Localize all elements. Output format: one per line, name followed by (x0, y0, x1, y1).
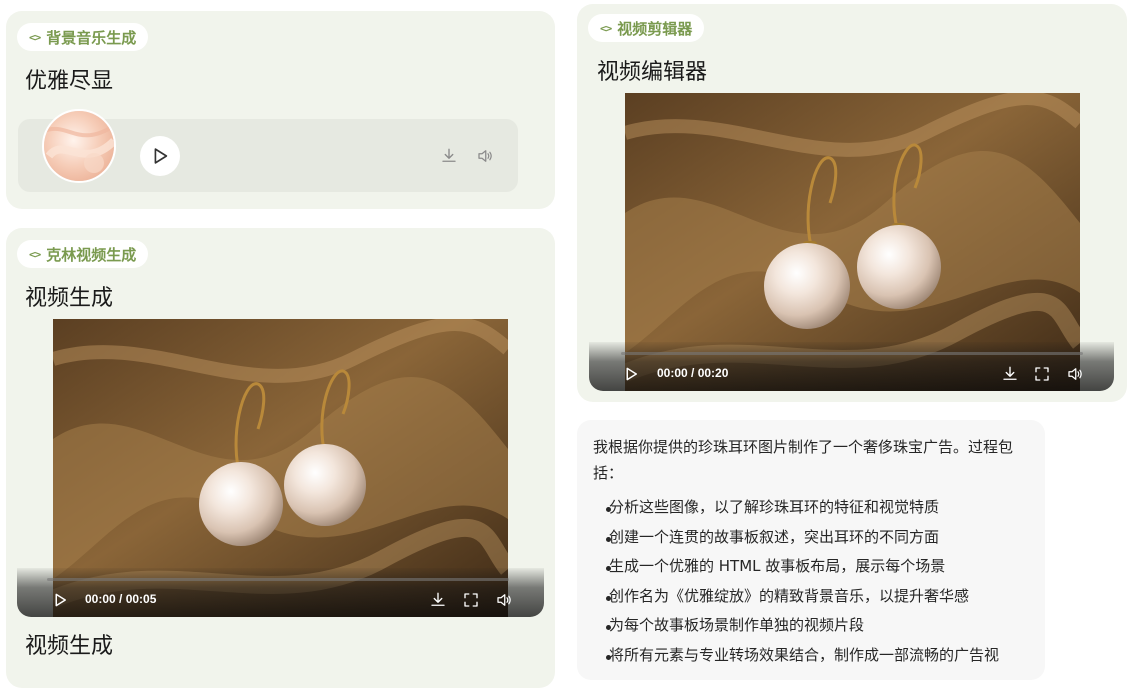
audio-player (18, 109, 518, 192)
video-gen-progress-track[interactable] (47, 578, 509, 581)
download-icon[interactable] (429, 591, 447, 609)
play-icon (154, 148, 168, 164)
list-item: 生成一个优雅的 HTML 故事板布局，展示每个场景 (606, 552, 1039, 582)
video-editor-tag-label: 视频剪辑器 (617, 19, 693, 38)
video-gen-time: 00:00 / 00:05 (85, 592, 157, 606)
video-gen-controls: 00:00 / 00:05 (17, 568, 544, 617)
list-item: 分析这些图像，以了解珍珠耳环的特征和视觉特质 (606, 493, 1039, 523)
video-gen-tag: <> 克林视频生成 (17, 240, 149, 268)
video-editor-card: <> 视频剪辑器 视频编辑器 00:00 / 00:20 (577, 4, 1127, 402)
video-editor-tag: <> 视频剪辑器 (588, 14, 705, 42)
fullscreen-icon[interactable] (462, 591, 480, 609)
code-icon: <> (600, 21, 612, 35)
download-icon[interactable] (1001, 365, 1019, 383)
bg-music-tag: <> 背景音乐生成 (17, 23, 149, 51)
bg-music-tag-label: 背景音乐生成 (46, 28, 137, 47)
list-item: 为每个故事板场景制作单独的视频片段 (606, 611, 1039, 641)
video-gen-tag-label: 克林视频生成 (46, 245, 137, 264)
code-icon: <> (29, 30, 41, 44)
list-item: 创建一个连贯的故事板叙述，突出耳环的不同方面 (606, 523, 1039, 553)
code-icon: <> (29, 247, 41, 261)
fullscreen-icon[interactable] (1033, 365, 1051, 383)
video-editor-progress-track[interactable] (621, 352, 1083, 355)
volume-icon[interactable] (476, 147, 494, 165)
bg-music-card: <> 背景音乐生成 优雅尽显 (6, 11, 555, 209)
video-editor-controls: 00:00 / 00:20 (589, 342, 1114, 391)
video-gen-next-title: 视频生成 (25, 634, 114, 659)
list-item: 创作名为《优雅绽放》的精致背景音乐，以提升奢华感 (606, 582, 1039, 612)
play-icon[interactable] (622, 365, 640, 383)
video-gen-title: 视频生成 (25, 286, 114, 311)
assistant-message: 我根据你提供的珍珠耳环图片制作了一个奢侈珠宝广告。过程包括： 分析这些图像，以了… (577, 420, 1045, 680)
bg-music-title: 优雅尽显 (25, 69, 114, 94)
volume-icon[interactable] (495, 591, 513, 609)
message-steps: 分析这些图像，以了解珍珠耳环的特征和视觉特质 创建一个连贯的故事板叙述，突出耳环… (606, 493, 1039, 671)
list-item: 将所有元素与专业转场效果结合，制作成一部流畅的广告视 (606, 641, 1039, 671)
audio-play-button[interactable] (140, 136, 180, 176)
video-editor-title: 视频编辑器 (597, 60, 708, 85)
play-icon[interactable] (51, 591, 69, 609)
video-editor-time: 00:00 / 00:20 (657, 366, 729, 380)
message-intro: 我根据你提供的珍珠耳环图片制作了一个奢侈珠宝广告。过程包括： (593, 438, 1014, 482)
album-art (42, 109, 116, 183)
video-gen-card: <> 克林视频生成 视频生成 00:00 / 00:05 视频生成 (6, 228, 555, 688)
volume-icon[interactable] (1066, 365, 1084, 383)
download-icon[interactable] (440, 147, 458, 165)
